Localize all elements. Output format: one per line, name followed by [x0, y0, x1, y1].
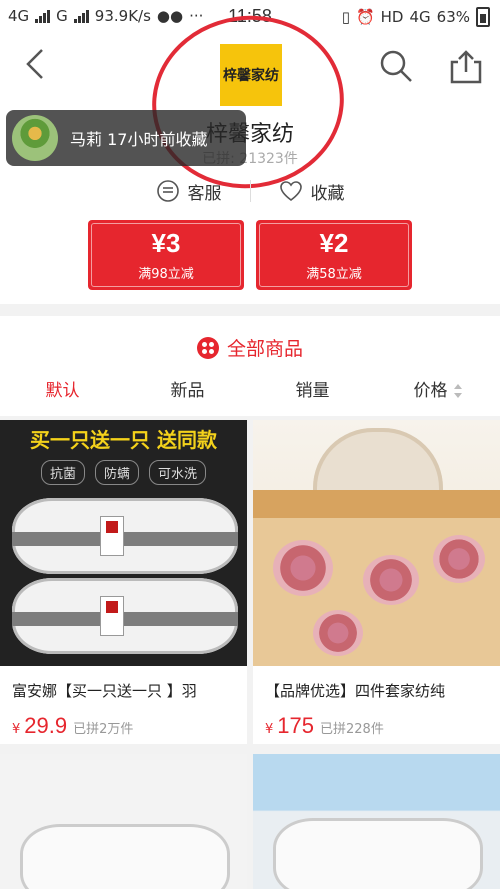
pillow-graphic	[12, 498, 238, 574]
sort-price-label: 价格	[413, 381, 448, 401]
product-price-line: ¥ 175 已拼228件	[253, 701, 500, 739]
product-image	[253, 754, 500, 889]
sort-tabs: 默认 新品 销量 价格	[0, 374, 500, 408]
product-image	[253, 420, 500, 666]
heart-icon	[279, 181, 302, 202]
product-price: 29.9	[24, 713, 68, 738]
shop-header: 梓馨家纺 梓馨家纺 已拼: 21323件 马莉 17小时前收藏 客服 收藏 ¥3…	[0, 3, 500, 304]
product-card[interactable]	[0, 754, 247, 889]
all-products-label: 全部商品	[226, 338, 303, 360]
product-banner-text: 买一只送一只 送同款	[30, 428, 217, 452]
status-bar: 4G G 93.9K/s ●● ··· 11:58 ▯ ⏰ HD 4G 63%	[0, 0, 500, 34]
shop-logo: 梓馨家纺	[220, 44, 282, 106]
product-image	[0, 754, 247, 889]
chat-icon	[156, 180, 179, 202]
coupon-amount: ¥3	[151, 228, 181, 258]
product-card[interactable]	[253, 754, 500, 889]
product-sold: 已拼228件	[320, 722, 384, 737]
coupon-amount: ¥2	[319, 228, 349, 258]
shop-page: 4G G 93.9K/s ●● ··· 11:58 ▯ ⏰ HD 4G 63%	[0, 0, 500, 889]
flower-graphic	[273, 540, 333, 596]
flower-graphic	[313, 610, 363, 656]
sort-new-tab[interactable]: 新品	[125, 374, 250, 408]
badge: 可水洗	[149, 460, 207, 485]
alarm-icon: ⏰	[355, 8, 375, 26]
badge: 防螨	[94, 460, 139, 485]
favorite-label: 收藏	[310, 183, 345, 204]
pillow-graphic	[20, 824, 230, 889]
favorite-button[interactable]: 收藏	[251, 179, 373, 204]
coupon-condition: 满98立减	[138, 267, 194, 282]
battery-percent: 63%	[436, 8, 470, 26]
sort-price-tab[interactable]: 价格	[375, 374, 500, 408]
sort-arrows-icon	[453, 384, 462, 398]
flower-graphic	[433, 535, 485, 583]
currency-symbol: ¥	[12, 722, 21, 737]
product-sold: 已拼2万件	[73, 722, 134, 737]
hd-label: HD	[380, 8, 404, 26]
avatar	[12, 115, 58, 161]
back-icon[interactable]	[18, 46, 54, 82]
favorite-toast: 马莉 17小时前收藏	[6, 110, 246, 166]
product-card[interactable]: 买一只送一只 送同款 抗菌 防螨 可水洗 富安娜【买一只送一只 】羽 ¥ 29.…	[0, 420, 247, 744]
coupon-card[interactable]: ¥2 满58立减	[256, 220, 412, 290]
battery-icon	[476, 7, 490, 27]
pillow-graphic	[273, 818, 483, 889]
sort-sales-tab[interactable]: 销量	[250, 374, 375, 408]
network-4g-right-label: 4G	[409, 8, 431, 26]
product-price: 175	[277, 713, 314, 738]
coupon-condition: 满58立减	[306, 267, 362, 282]
product-image: 买一只送一只 送同款 抗菌 防螨 可水洗	[0, 420, 247, 666]
shop-actions: 客服 收藏	[0, 172, 500, 210]
product-badges: 抗菌 防螨 可水洗	[0, 460, 247, 485]
toast-text: 马莉 17小时前收藏	[70, 130, 208, 149]
pillow-graphic	[12, 578, 238, 654]
share-icon[interactable]	[448, 48, 484, 84]
customer-service-label: 客服	[187, 183, 222, 204]
coupon-row: ¥3 满98立减 ¥2 满58立减	[0, 220, 500, 290]
sort-default-tab[interactable]: 默认	[0, 374, 125, 408]
coupon-card[interactable]: ¥3 满98立减	[88, 220, 244, 290]
product-title: 富安娜【买一只送一只 】羽	[12, 682, 197, 700]
flower-graphic	[363, 555, 419, 605]
all-products-title: 全部商品	[0, 334, 500, 361]
vibrate-icon: ▯	[341, 8, 350, 26]
grid-icon	[196, 336, 219, 359]
customer-service-button[interactable]: 客服	[128, 179, 250, 204]
product-price-line: ¥ 29.9 已拼2万件	[0, 701, 247, 739]
all-products-section: 全部商品 默认 新品 销量 价格	[0, 316, 500, 416]
product-card[interactable]: 【品牌优选】四件套家纺纯 ¥ 175 已拼228件	[253, 420, 500, 744]
search-icon[interactable]	[378, 48, 414, 84]
currency-symbol: ¥	[265, 722, 274, 737]
product-title: 【品牌优选】四件套家纺纯	[265, 682, 446, 700]
badge: 抗菌	[40, 460, 85, 485]
